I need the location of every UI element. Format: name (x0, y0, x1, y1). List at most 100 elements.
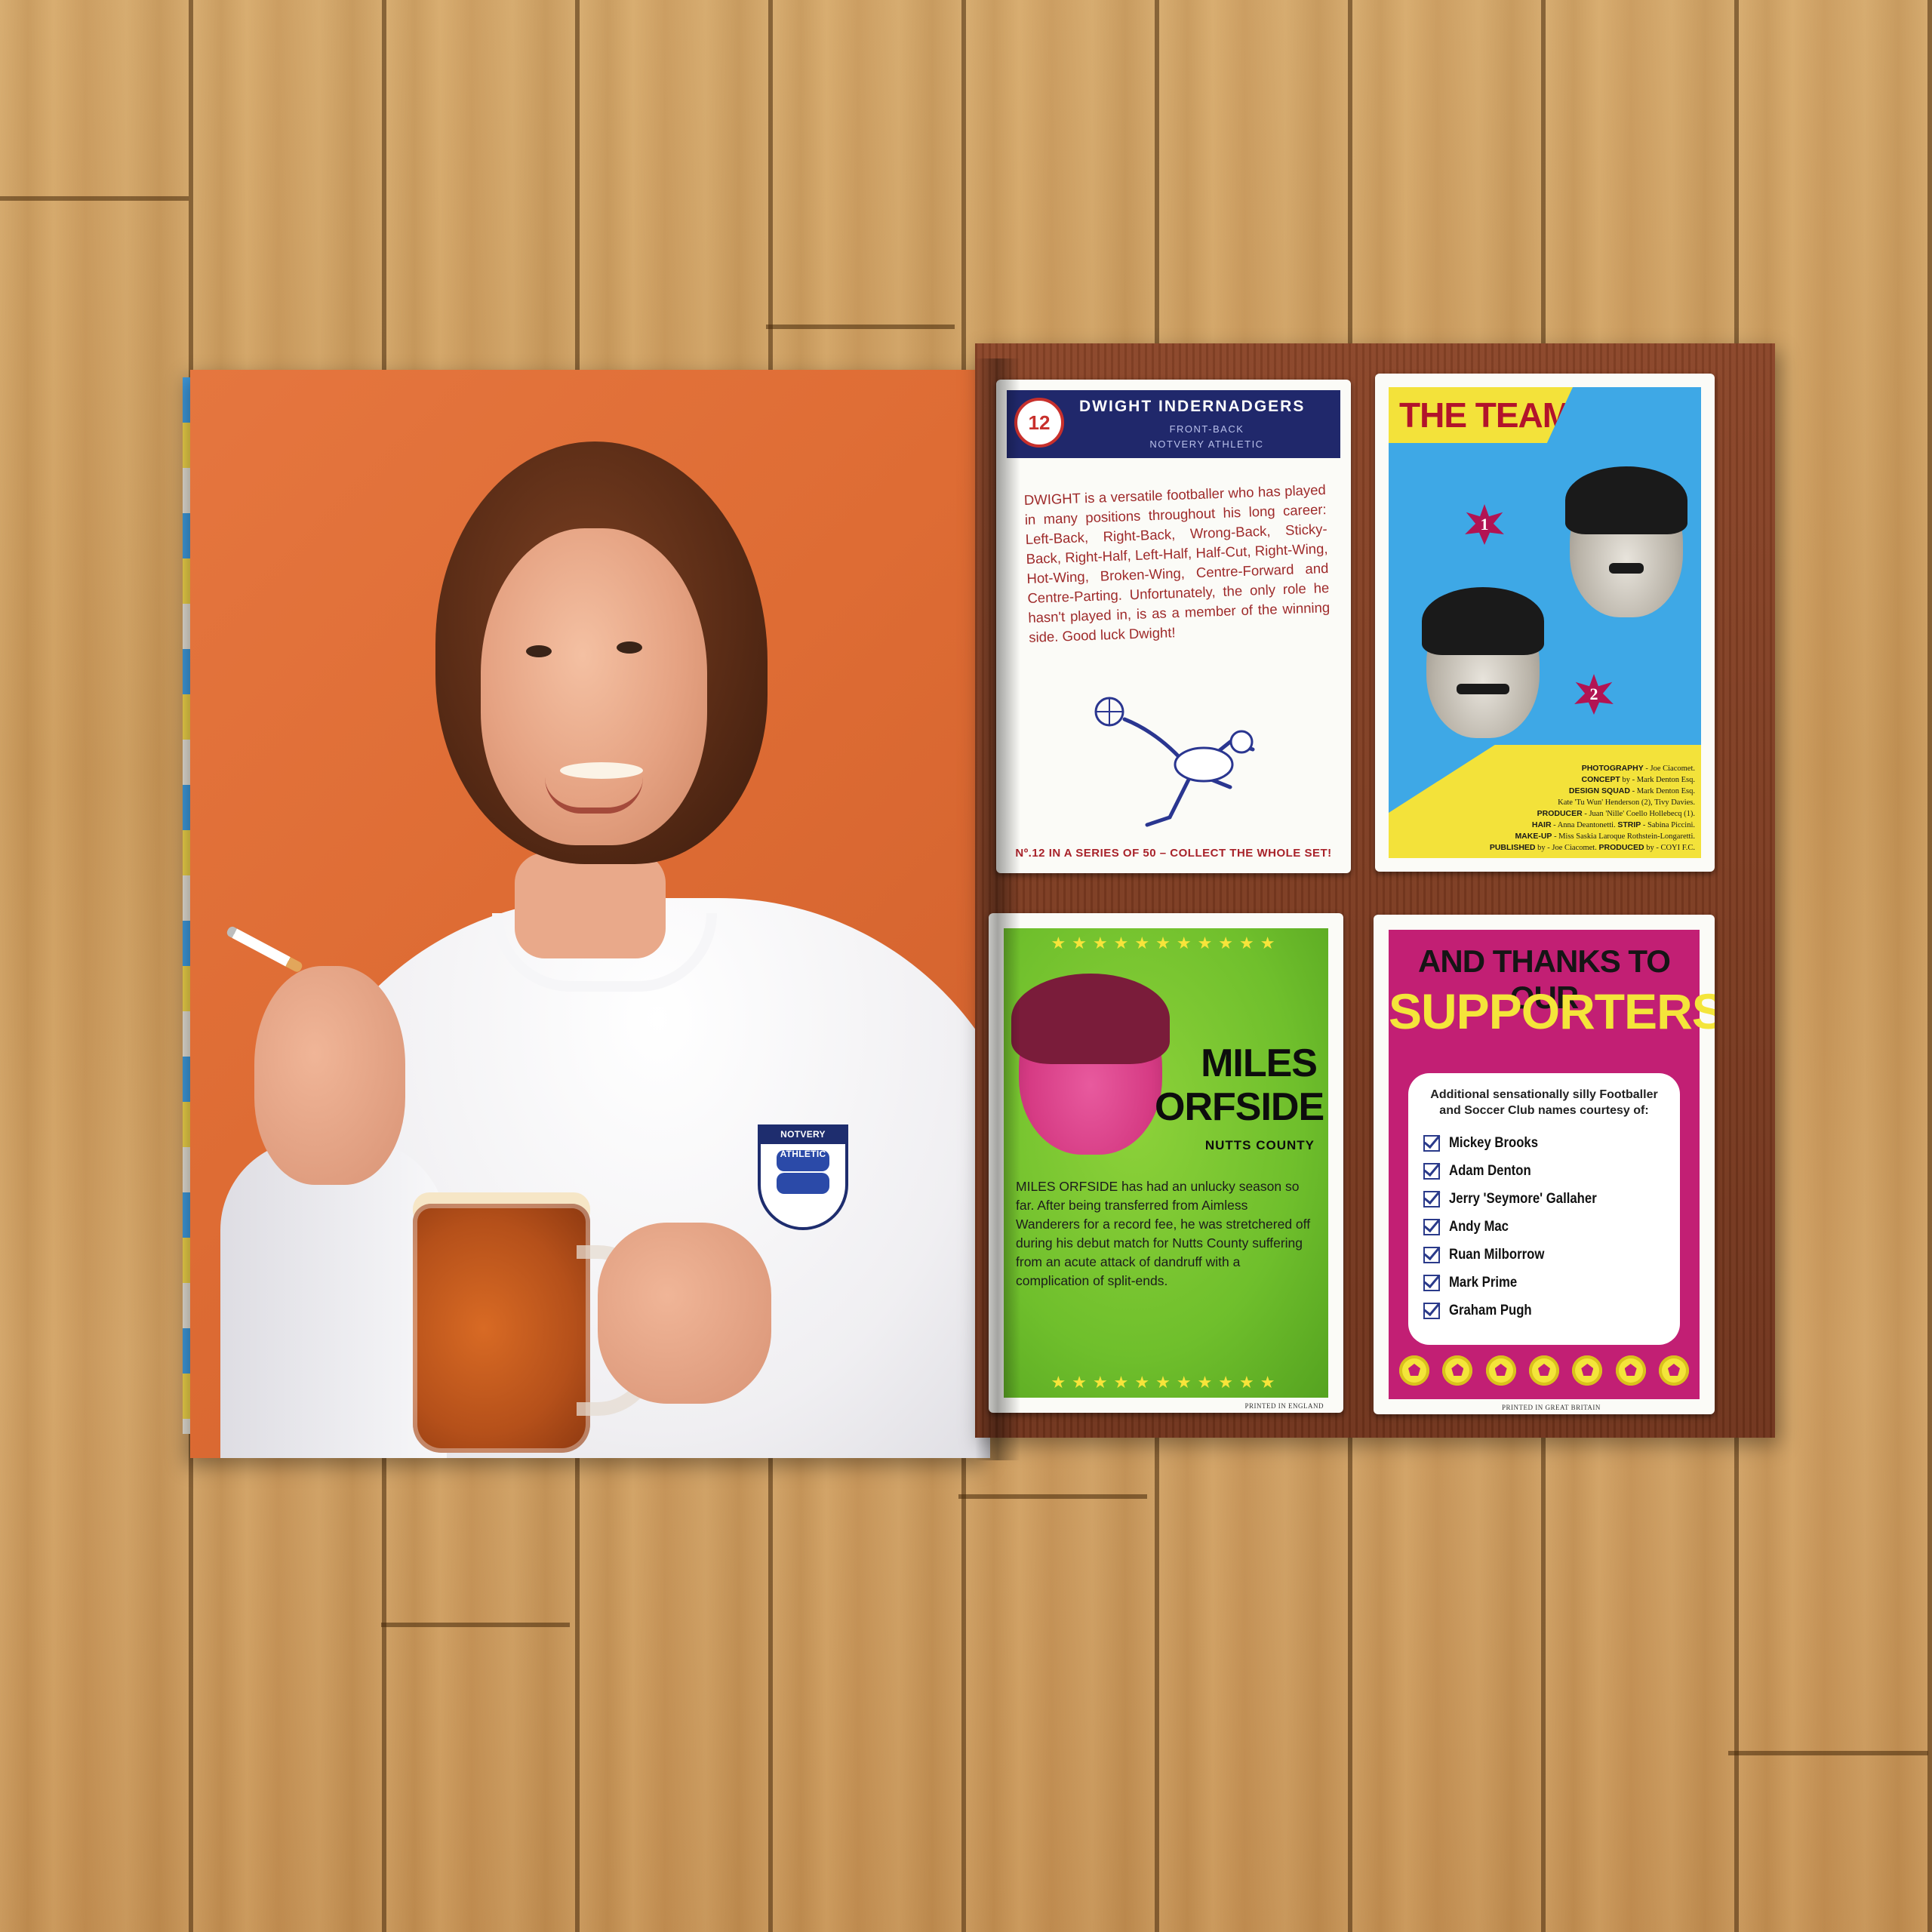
supporter-name: Mickey Brooks (1449, 1134, 1539, 1151)
footballer-photo: NOTVERY ATHLETIC (190, 370, 990, 1458)
head-mustache (1457, 684, 1509, 694)
ticked-checkbox-icon (1423, 1134, 1440, 1152)
head-hair (1565, 466, 1687, 534)
supporter-name: Ruan Milborrow (1449, 1246, 1545, 1263)
head-mustache (1609, 563, 1644, 574)
player-club: NUTTS COUNTY (1204, 1138, 1315, 1152)
credit-line: PUBLISHED by - Joe Ciacomet. PRODUCED by… (1469, 842, 1695, 854)
credit-role: PHOTOGRAPHY (1581, 764, 1644, 773)
list-item: Graham Pugh (1423, 1297, 1665, 1324)
player-name: DWIGHT INDERNADGERS (1079, 398, 1306, 415)
player-name-line1: MILES (1201, 1041, 1318, 1085)
supporter-name: Graham Pugh (1449, 1302, 1532, 1318)
milk-mustache (560, 762, 643, 779)
floor-seam (1728, 1751, 1928, 1755)
credit-line: PRODUCER - Juan 'Nille' Coello Hollebecq… (1469, 808, 1695, 820)
credit-text: - Sabina Piccini. (1641, 821, 1695, 829)
right-eye (617, 641, 642, 654)
credit-role: CONCEPT (1581, 775, 1620, 784)
list-item: Ruan Milborrow (1423, 1241, 1665, 1269)
supporters-list-box: Additional sensationally silly Footballe… (1408, 1073, 1680, 1345)
series-footer: Nº.12 IN A SERIES OF 50 – COLLECT THE WH… (1015, 847, 1332, 860)
star-marker-1-icon: 1 (1465, 504, 1504, 545)
player-name: MILES ORFSIDE (1155, 1041, 1324, 1129)
credit-text: - Anna Deantonetti. (1551, 821, 1618, 829)
supporter-name: Jerry 'Seymore' Gallaher (1449, 1190, 1597, 1207)
hand-holding-cigarette (254, 966, 405, 1185)
credit-text: - Miss Saskia Laroque Rothstein-Longaret… (1552, 832, 1695, 841)
sticker-card-miles-orfside: ★★★★★★★★★★★ MILES ORFSIDE NUTTS COUNTY M… (989, 913, 1343, 1413)
football-icon (1615, 1355, 1646, 1386)
credit-role: STRIP (1617, 820, 1641, 829)
credit-role: HAIR (1531, 820, 1552, 829)
ticked-checkbox-icon (1423, 1190, 1440, 1208)
supporters-card-body: AND THANKS TO OUR SUPPORTERS Additional … (1389, 930, 1715, 1399)
credit-line: PHOTOGRAPHY - Joe Ciacomet. (1469, 763, 1695, 774)
supporter-name: Mark Prime (1449, 1274, 1518, 1291)
credit-line: DESIGN SQUAD - Mark Denton Esq. (1469, 786, 1695, 797)
floor-seam (0, 196, 189, 201)
credits-text: PHOTOGRAPHY - Joe Ciacomet. CONCEPT by - … (1469, 763, 1695, 854)
floor-seam (958, 1494, 1147, 1499)
crest-label: NOTVERY ATHLETIC (758, 1124, 848, 1159)
crest-lion-icon (777, 1173, 829, 1194)
right-page-stickers: 12 DWIGHT INDERNADGERS FRONT-BACK NOTVER… (975, 343, 1775, 1438)
credit-text: - Joe Ciacomet. (1643, 764, 1695, 773)
player-bio: DWIGHT is a versatile footballer who has… (1023, 481, 1331, 645)
player-portrait (1011, 974, 1170, 1155)
cigarette (225, 924, 304, 974)
card-number-badge: 12 (1014, 398, 1064, 448)
credit-text: by - COYI F.C. (1644, 844, 1695, 852)
credit-role: PRODUCED (1598, 843, 1644, 852)
team-title: THE TEAM (1389, 387, 1573, 443)
supporters-list: Mickey Brooks Adam Denton Jerry 'Seymore… (1423, 1129, 1665, 1324)
star-border-top-icon: ★★★★★★★★★★★ (1051, 934, 1281, 952)
player-club: NOTVERY ATHLETIC (1149, 438, 1264, 450)
list-item: Mickey Brooks (1423, 1129, 1665, 1157)
sticker-card-the-team: THE TEAM 1 2 PHOTOGRAPHY - Joe Ciacomet.… (1375, 374, 1715, 872)
floor-seam (766, 325, 955, 329)
credit-role: DESIGN SQUAD (1568, 786, 1630, 795)
sticker-card-supporters: AND THANKS TO OUR SUPPORTERS Additional … (1374, 915, 1715, 1414)
supporter-name: Adam Denton (1449, 1162, 1531, 1179)
supporters-title-line2: SUPPORTERS (1389, 983, 1715, 1039)
shirt-crest: NOTVERY ATHLETIC (758, 1124, 848, 1230)
player-name-line2: ORFSIDE (1155, 1085, 1324, 1129)
list-item: Mark Prime (1423, 1269, 1665, 1297)
ticked-checkbox-icon (1423, 1218, 1440, 1235)
football-icon (1658, 1355, 1689, 1386)
football-icon (1442, 1355, 1473, 1386)
credit-text: - Juan 'Nille' Coello Hollebecq (1). (1582, 810, 1695, 818)
left-eye (526, 645, 552, 657)
credit-line: HAIR - Anna Deantonetti. STRIP - Sabina … (1469, 820, 1695, 831)
bicycle-kick-illustration-icon (1094, 697, 1255, 827)
open-magazine: NOTVERY ATHLETIC 12 DWIGHT INDERNADGERS … (183, 343, 1775, 1475)
head-hair (1422, 587, 1544, 655)
list-item: Adam Denton (1423, 1157, 1665, 1185)
list-item: Jerry 'Seymore' Gallaher (1423, 1185, 1665, 1213)
printed-in-label: PRINTED IN GREAT BRITAIN (1502, 1404, 1601, 1411)
card-header-banner: 12 DWIGHT INDERNADGERS FRONT-BACK NOTVER… (1007, 390, 1340, 458)
supporters-intro: Additional sensationally silly Footballe… (1430, 1088, 1658, 1117)
hand-holding-pint (598, 1223, 771, 1404)
player-position: FRONT-BACK (1169, 423, 1244, 435)
credit-role: PRODUCER (1537, 809, 1583, 818)
magazine-gutter-shadow (975, 358, 1020, 1460)
list-item: Andy Mac (1423, 1213, 1665, 1241)
football-icon (1572, 1355, 1603, 1386)
credit-role: MAKE-UP (1515, 832, 1552, 841)
ticked-checkbox-icon (1423, 1246, 1440, 1263)
football-border-row (1399, 1355, 1689, 1386)
credit-line: Kate 'Tu Wun' Henderson (2), Tivy Davies… (1469, 797, 1695, 808)
team-member-head-2 (1422, 587, 1544, 738)
ticked-checkbox-icon (1423, 1302, 1440, 1319)
floor-seam (381, 1623, 570, 1627)
miles-card-body: ★★★★★★★★★★★ MILES ORFSIDE NUTTS COUNTY M… (1004, 928, 1328, 1398)
credit-line: MAKE-UP - Miss Saskia Laroque Rothstein-… (1469, 831, 1695, 842)
sticker-card-dwight: 12 DWIGHT INDERNADGERS FRONT-BACK NOTVER… (996, 380, 1351, 873)
portrait-hair (1011, 974, 1170, 1064)
credit-text: by - Mark Denton Esq. (1620, 776, 1695, 784)
football-icon (1485, 1355, 1516, 1386)
football-icon (1528, 1355, 1559, 1386)
star-border-bottom-icon: ★★★★★★★★★★★ (1051, 1373, 1281, 1392)
